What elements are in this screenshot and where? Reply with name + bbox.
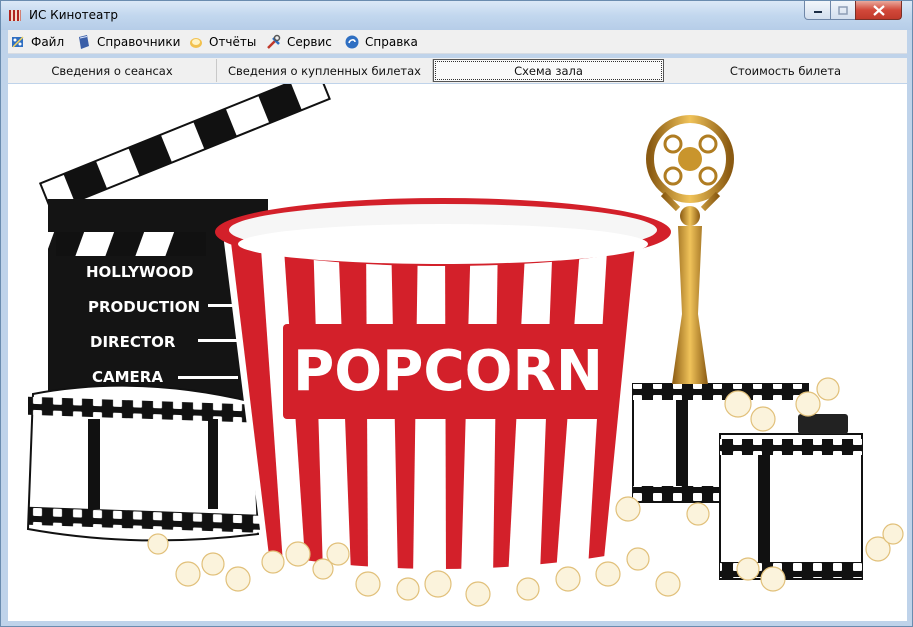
tab-hall-layout[interactable]: Схема зала	[433, 59, 664, 82]
bucket-text: POPCORN	[293, 339, 603, 404]
tab-sessions-label: Сведения о сеансах	[51, 63, 173, 78]
menu-reports[interactable]: Отчёты	[188, 30, 256, 53]
menu-service[interactable]: Сервис	[266, 30, 332, 53]
report-icon	[190, 37, 202, 48]
window-title: ИС Кинотеатр	[29, 8, 119, 22]
minimize-icon	[813, 11, 822, 13]
help-icon	[345, 35, 359, 48]
menu-bar: Файл Справочники Отчёты Сервис Справка	[8, 30, 907, 54]
file-icon	[12, 35, 24, 48]
tab-ticket-price[interactable]: Стоимость билета	[664, 59, 907, 82]
title-bar[interactable]: ИС Кинотеатр	[1, 1, 912, 30]
popcorn-bucket: POPCORN	[215, 198, 671, 569]
close-button[interactable]	[855, 1, 902, 20]
menu-help[interactable]: Справка	[344, 30, 418, 53]
book-icon	[79, 34, 89, 49]
close-icon	[872, 4, 885, 16]
menu-file[interactable]: Файл	[10, 30, 64, 53]
menu-help-label: Справка	[365, 34, 418, 49]
menu-service-label: Сервис	[287, 34, 332, 49]
menu-file-label: Файл	[31, 34, 65, 49]
clapper-line-4: CAMERA	[92, 368, 163, 386]
clapper-line-2: PRODUCTION	[88, 298, 200, 316]
film-reel-left	[26, 384, 260, 542]
clapper-app-icon	[9, 10, 21, 21]
tab-ticket-price-label: Стоимость билета	[729, 63, 842, 78]
maximize-button[interactable]	[830, 1, 856, 20]
tools-icon	[267, 34, 281, 49]
menu-directories-label: Справочники	[97, 34, 181, 49]
tab-strip: Сведения о сеансах Сведения о купленных …	[8, 58, 907, 83]
minimize-button[interactable]	[804, 1, 831, 20]
clapper-line-3: DIRECTOR	[90, 333, 176, 351]
clapper-line-1: HOLLYWOOD	[86, 263, 193, 281]
maximize-icon	[838, 5, 848, 15]
cinema-picture: HOLLYWOOD PRODUCTION DIRECTOR CAMERA POP…	[8, 84, 907, 621]
menu-directories[interactable]: Справочники	[76, 30, 180, 53]
cinema-illustration: HOLLYWOOD PRODUCTION DIRECTOR CAMERA POP…	[15, 84, 904, 607]
tab-purchased-tickets-label: Сведения о купленных билетах	[228, 63, 421, 78]
menu-reports-label: Отчёты	[209, 34, 257, 49]
app-window: ИС Кинотеатр Файл Справочники Отчёты Сер…	[0, 0, 913, 627]
award-statuette	[646, 115, 734, 384]
tab-hall-layout-label: Схема зала	[514, 63, 583, 78]
popcorn-label: POPCORN	[283, 324, 613, 419]
tab-purchased-tickets[interactable]: Сведения о купленных билетах	[217, 59, 433, 82]
tab-sessions[interactable]: Сведения о сеансах	[8, 59, 217, 82]
